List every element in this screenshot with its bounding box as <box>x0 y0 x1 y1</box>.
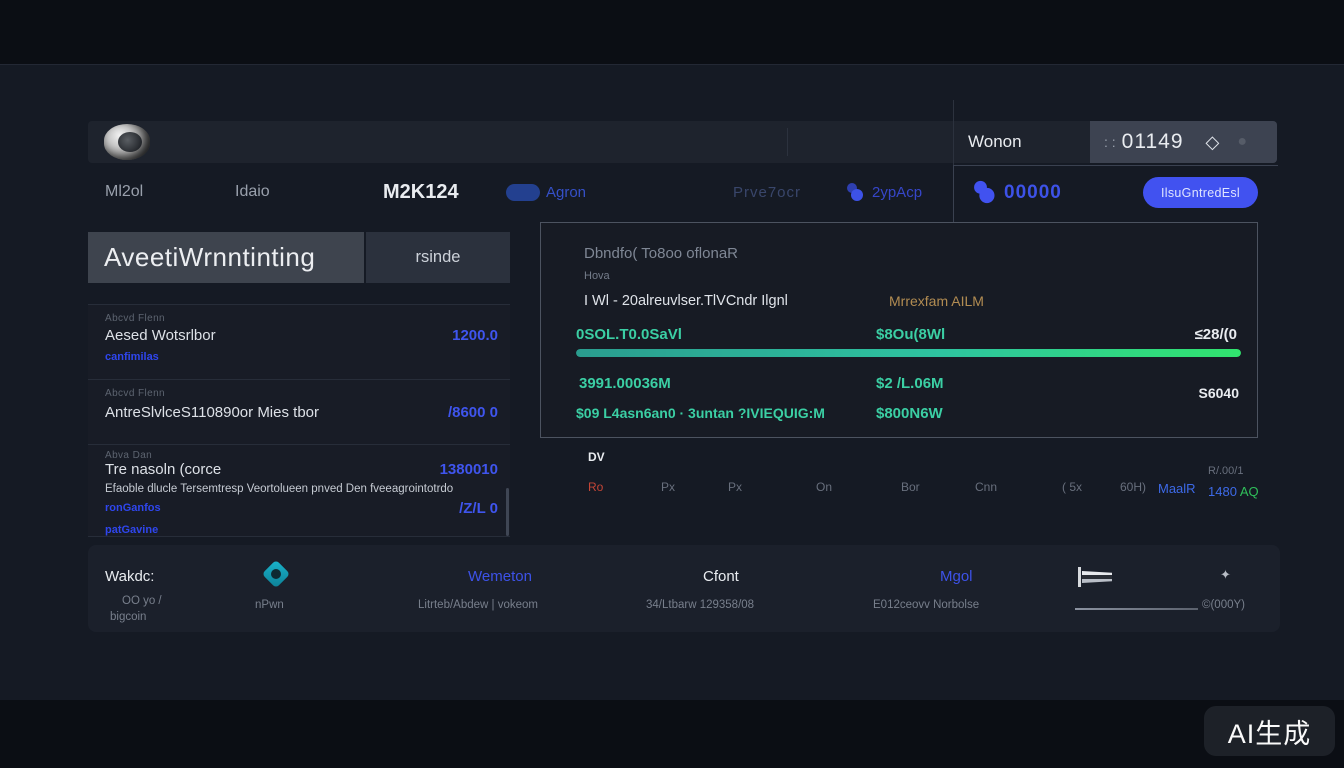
footer-wallet-line1: OO yo / <box>122 595 162 607</box>
diamond-icon[interactable]: ◇ <box>1206 132 1220 153</box>
brand-globe-logo[interactable] <box>104 124 150 160</box>
footer-title-cfont: Cfont <box>703 568 739 585</box>
market-unit: AQ <box>1240 484 1259 499</box>
footer-slider-value: ©(000Y) <box>1202 599 1245 611</box>
wallet-label[interactable]: Wonon <box>968 132 1022 152</box>
asset-name: Aesed Wotsrlbor <box>105 327 216 344</box>
asset-link[interactable]: canfimilas <box>105 351 159 363</box>
pool-progress-bar <box>576 349 1241 357</box>
footer-line-5: E012ceovv Norbolse <box>873 599 979 611</box>
market-label: DV <box>588 450 605 464</box>
pool-stat-3: ≤28/(0 <box>1195 326 1237 343</box>
pool-stat-4: 3991.00036M <box>579 375 671 392</box>
pool-stat-5: $2 /L.06M <box>876 375 944 392</box>
asset-link[interactable]: patGavine <box>105 524 158 536</box>
asset-tag: Abcvd Flenn <box>105 313 165 324</box>
market-col[interactable]: Px <box>661 480 675 494</box>
shield-gem-icon[interactable] <box>262 560 290 588</box>
balance-value: 00000 <box>1004 182 1062 204</box>
pool-card: Dbndfo( To8oo oflonaR Hova I Wl - 20alre… <box>540 222 1258 438</box>
footer-bar: Wakdc: OO yo / bigcoin nPwn Wemeton Litr… <box>88 545 1280 632</box>
pool-badge: Mrrexfam AILM <box>889 293 984 309</box>
footer-wallet-title: Wakdc: <box>105 568 154 585</box>
footer-link-mgol[interactable]: Mgol <box>940 568 973 585</box>
footer-slider[interactable] <box>1075 608 1198 610</box>
list-item[interactable]: Abcvd Flenn Aesed Wotsrlbor 1200.0 canfi… <box>88 305 510 379</box>
globe-icon <box>118 132 142 152</box>
pool-stat-7: $09 L4asn6an0 · 3untan ?IVIEQUIG:M <box>576 405 825 421</box>
nav-item-3[interactable]: M2K124 <box>383 181 459 204</box>
ai-watermark-badge: AI生成 <box>1204 706 1335 756</box>
market-link[interactable]: MaalR <box>1158 481 1196 496</box>
asset-tag: Abva Dan <box>105 450 152 461</box>
pool-stat-6: S6040 <box>1199 385 1239 401</box>
balance-coin-icon <box>970 178 998 206</box>
counter-prefix: : : <box>1104 134 1116 150</box>
pool-stat-1: 0SOL.T0.0SaVl <box>576 326 682 343</box>
footer-line-4: 34/Ltbarw 129358/08 <box>646 599 754 611</box>
connect-action-button[interactable]: IlsuGntredEsl <box>1143 177 1258 208</box>
tab-trade[interactable]: rsinde <box>366 232 510 283</box>
header-divider <box>787 128 788 156</box>
mode-toggle[interactable] <box>506 184 540 201</box>
tab-minting[interactable]: AveetiWrnntinting <box>88 232 364 283</box>
market-col[interactable]: On <box>816 480 832 494</box>
pool-pair-label: I Wl - 20alreuvlser.TlVCndr Ilgnl <box>584 293 788 309</box>
asset-value: 1200.0 <box>452 327 498 344</box>
asset-link[interactable]: ronGanfos <box>105 502 161 514</box>
bottom-band <box>0 700 1344 768</box>
pool-title: Dbndfo( To8oo oflonaR <box>584 245 738 262</box>
sparkle-icon[interactable]: ✦ <box>1220 567 1231 583</box>
asset-value: /8600 0 <box>448 404 498 421</box>
pool-stat-8: $800N6W <box>876 405 943 422</box>
pool-progress-fill <box>576 349 1241 357</box>
token-blob-icon <box>843 180 867 204</box>
asset-name: Tre nasoln (corce <box>105 461 221 478</box>
market-col[interactable]: Cnn <box>975 480 997 494</box>
app-screen: Wonon : : 01149 ◇ ● Ml2ol Idaio M2K124 A… <box>0 0 1344 768</box>
nav-item-1[interactable]: Ml2ol <box>105 183 143 201</box>
toggle-label: Agron <box>546 184 586 201</box>
market-col-active[interactable]: Ro <box>588 480 603 494</box>
market-col[interactable]: 60H) <box>1120 480 1146 494</box>
counter-toolbar: : : 01149 ◇ ● <box>1090 121 1277 163</box>
gem-core-icon <box>269 567 283 581</box>
nav-link-1[interactable]: Prve7ocr <box>733 184 801 201</box>
counter-value: 01149 <box>1122 130 1184 154</box>
asset-sub-value: /Z/L 0 <box>459 500 498 517</box>
asset-list: Abcvd Flenn Aesed Wotsrlbor 1200.0 canfi… <box>88 304 510 537</box>
footer-line-3: Litrteb/Abdew | vokeom <box>418 599 538 611</box>
footer-link-wemeton[interactable]: Wemeton <box>468 568 532 585</box>
pool-stat-2: $8Ou(8Wl <box>876 326 945 343</box>
nav-link-2[interactable]: 2ypAcp <box>872 184 922 201</box>
asset-tag: Abcvd Flenn <box>105 388 165 399</box>
list-scrollbar[interactable] <box>506 488 509 536</box>
list-item[interactable]: Abcvd Flenn AntreSlvlceS110890or Mies tb… <box>88 379 510 444</box>
flag-pole-icon <box>1078 567 1081 587</box>
asset-name: AntreSlvlceS110890or Mies tbor <box>105 404 319 421</box>
market-value-group: 1480 AQ <box>1208 484 1259 499</box>
footer-network-line: nPwn <box>255 599 284 611</box>
pool-subtitle: Hova <box>584 270 610 282</box>
top-band <box>0 0 1344 65</box>
market-value: 1480 <box>1208 484 1237 499</box>
market-note: R/.00/1 <box>1208 465 1243 477</box>
asset-value: 1380010 <box>440 461 498 478</box>
nav-item-2[interactable]: Idaio <box>235 183 270 201</box>
market-col[interactable]: Bor <box>901 480 920 494</box>
asset-description: Efaoble dlucle Tersemtresp Veortolueen p… <box>105 483 453 495</box>
flag-icon[interactable] <box>1082 571 1112 583</box>
footer-wallet-line2: bigcoin <box>110 611 146 623</box>
market-col[interactable]: Px <box>728 480 742 494</box>
profile-circle-icon[interactable]: ● <box>1237 133 1247 151</box>
list-item[interactable]: Abva Dan Tre nasoln (corce 1380010 Efaob… <box>88 444 510 538</box>
market-col[interactable]: ( 5x <box>1062 480 1082 494</box>
